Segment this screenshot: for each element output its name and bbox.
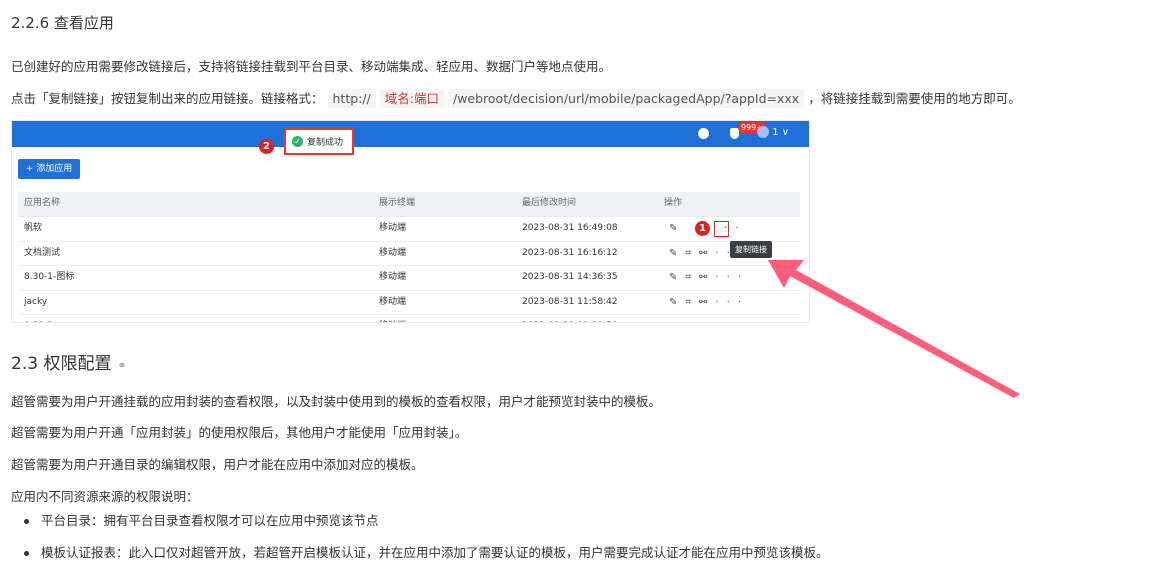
app-table: 应用名称 展示终端 最后修改时间 操作 帆软 移动端 2023-08-31 16… [18, 192, 800, 322]
cell-app-name: 帆软 [24, 223, 43, 233]
paragraph-perm-4: 应用内不同资源来源的权限说明： [11, 489, 199, 504]
cell-modified-time: 2023-08-31 16:49:08 [522, 223, 618, 233]
edit-icon: ✎ [669, 296, 686, 308]
copy-success-toast: ✓ 复制成功 [284, 128, 354, 155]
cell-terminal: 移动端 [379, 223, 407, 233]
header-app-name: 应用名称 [24, 198, 61, 208]
copy-link-highlight [714, 221, 729, 237]
table-row: 8.30-1-图标 移动端 2023-08-31 14:36:35 ✎⌗⚯··· [18, 266, 800, 291]
row-actions: ✎⌗⚯··· [669, 291, 749, 314]
paragraph-mount-link: 已创建好的应用需要修改链接后，支持将链接挂载到平台目录、移动端集成、轻应用、数据… [11, 59, 612, 74]
arrow-icon [768, 260, 1020, 398]
row-actions: ✎⌗⚯··· [669, 266, 749, 289]
code-http: http:// [327, 89, 376, 108]
screenshot-topbar: 999+ 1 ∨ [12, 121, 809, 147]
cell-terminal: 移动端 [379, 315, 406, 322]
link-icon: ⚯ [699, 321, 715, 322]
toast-text: 复制成功 [307, 138, 344, 148]
add-app-button: + 添加应用 [18, 159, 80, 179]
edit-icon: ✎ [669, 321, 685, 322]
link-icon[interactable]: ⚭ [117, 359, 126, 372]
link-format-suffix: ，将链接挂载到需要使用的地方即可。 [808, 91, 1021, 106]
avatar-icon [757, 126, 769, 138]
link-format-prefix: 点击「复制链接」按钮复制出来的应用链接。链接格式： [11, 91, 324, 106]
header-terminal: 展示终端 [379, 198, 416, 208]
arrow-annotation [768, 260, 1020, 398]
cell-modified-time: 2023-08-31 14:36:35 [522, 272, 618, 282]
cell-app-name: 8.30-2 [24, 315, 53, 322]
table-header-row: 应用名称 展示终端 最后修改时间 操作 [18, 192, 800, 217]
qr-icon: ⌗ [685, 272, 700, 283]
permission-bullet-list: 平台目录：拥有平台目录查看权限才可以在应用中预览该节点 模板认证报表：此入口仅对… [11, 512, 829, 576]
help-icon [698, 128, 709, 139]
cell-modified-time: 2023-08-31 11:58:42 [522, 296, 618, 307]
edit-icon: ✎ [669, 223, 686, 234]
code-path: /webroot/decision/url/mobile/packagedApp… [447, 89, 805, 108]
more-icon: ··· [715, 272, 749, 283]
cell-app-name: jacky [24, 296, 48, 307]
edit-icon: ✎ [669, 247, 686, 259]
link-icon: ⚯ [699, 247, 716, 259]
cell-terminal: 移动端 [379, 247, 407, 258]
header-modified-time: 最后修改时间 [522, 198, 577, 208]
cell-app-name: 8.30-1-图标 [24, 272, 75, 282]
row-actions: ✎⌗⚯··· [669, 315, 749, 322]
paragraph-perm-1: 超管需要为用户开通挂载的应用封装的查看权限，以及封装中使用到的模板的查看权限，用… [11, 394, 662, 409]
link-icon: ⚯ [699, 272, 716, 283]
qr-icon: ⌗ [685, 247, 700, 259]
qr-icon: ⌗ [685, 296, 700, 308]
list-item: 模板认证报表：此入口仅对超管开放，若超管开启模板认证，并在应用中添加了需要认证的… [11, 544, 829, 562]
check-circle-icon: ✓ [292, 136, 303, 147]
table-row: jacky 移动端 2023-08-31 11:58:42 ✎⌗⚯··· [18, 291, 800, 315]
edit-icon: ✎ [669, 272, 686, 283]
table-row: 文档测试 移动端 2023-08-31 16:16:12 ✎⌗⚯··· [18, 242, 800, 266]
cell-terminal: 移动端 [379, 272, 407, 282]
table-row: 帆软 移动端 2023-08-31 16:49:08 ✎ ⚯··· [18, 217, 800, 242]
callout-badge-1: 1 [695, 221, 710, 236]
cell-modified-time: 2023-08-31 16:16:12 [522, 247, 618, 258]
code-domain-port: 域名:端口 [379, 89, 444, 108]
header-actions: 操作 [664, 198, 683, 208]
section-title-2-2-6: 2.2.6 查看应用 [11, 14, 114, 32]
paragraph-perm-3: 超管需要为用户开通目录的编辑权限，用户才能在应用中添加对应的模板。 [11, 457, 424, 472]
paragraph-perm-2: 超管需要为用户开通「应用封装」的使用权限后，其他用户才能使用「应用封装」。 [11, 425, 468, 440]
section-title-2-3: 2.3 权限配置 ⚭ [11, 349, 127, 374]
section-2-3-text: 2.3 权限配置 [11, 354, 112, 374]
more-icon: ··· [715, 321, 749, 322]
cell-terminal: 移动端 [379, 296, 407, 307]
user-menu: 1 ∨ [757, 126, 789, 138]
table-row: 8.30-2 移动端 2023-08-31 11:30:50 ✎⌗⚯··· [18, 315, 800, 322]
cell-modified-time: 2023-08-31 11:30:50 [522, 315, 618, 322]
qr-icon: ⌗ [685, 321, 699, 322]
embedded-screenshot: 999+ 1 ∨ ✓ 复制成功 2 + 添加应用 应用名称 展示终端 最后修改时… [11, 120, 810, 323]
cell-app-name: 文档测试 [24, 247, 61, 258]
list-item: 平台目录：拥有平台目录查看权限才可以在应用中预览该节点 [11, 512, 829, 530]
link-icon: ⚯ [699, 296, 716, 308]
paragraph-link-format: 点击「复制链接」按钮复制出来的应用链接。链接格式： http:// 域名:端口 … [11, 89, 1021, 108]
callout-badge-2: 2 [259, 139, 274, 154]
more-icon: ··· [715, 296, 749, 308]
